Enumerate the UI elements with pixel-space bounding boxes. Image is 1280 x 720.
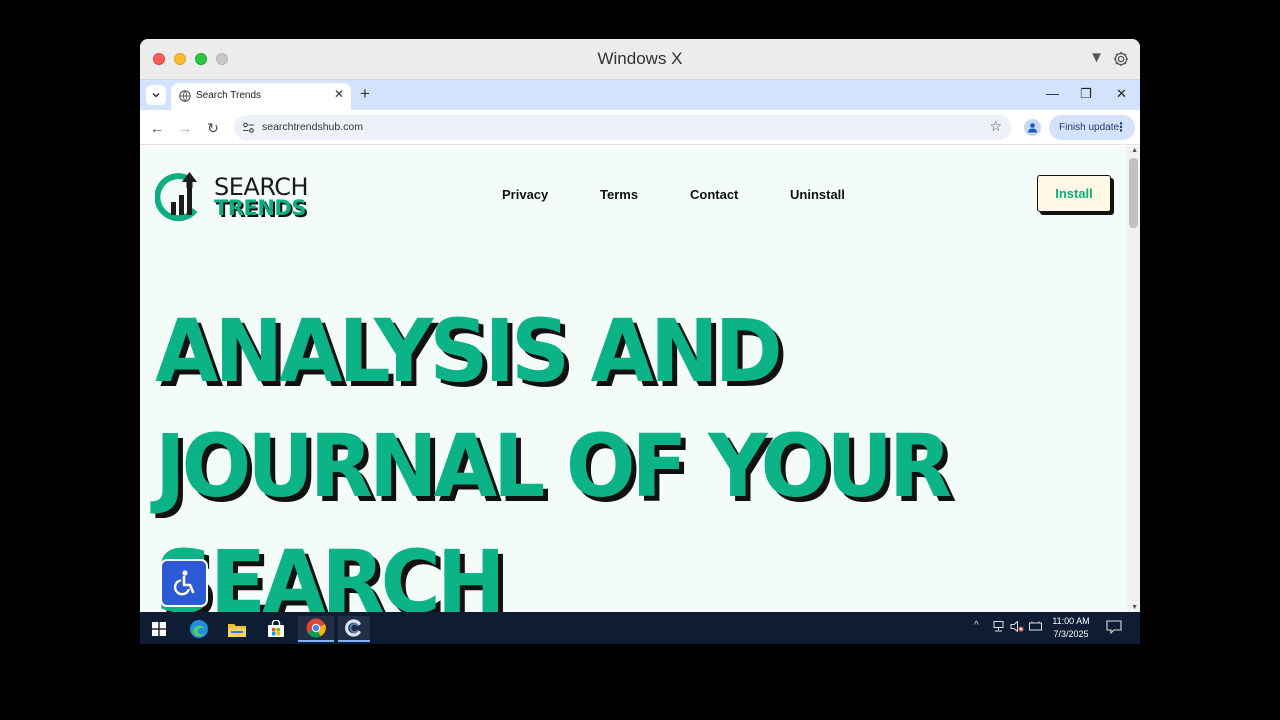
- c-app-icon: [345, 619, 361, 637]
- tray-chevron-icon[interactable]: ^: [974, 620, 979, 631]
- bookmark-star-icon[interactable]: ☆: [989, 118, 1002, 135]
- taskbar-app-c[interactable]: [338, 616, 370, 642]
- folder-icon: [228, 623, 246, 637]
- windows-taskbar: ^ 11:00 AM 7/3/2025: [140, 612, 1140, 644]
- clock-time: 11:00 AM: [1052, 616, 1090, 626]
- person-icon: [1028, 123, 1037, 133]
- edge-icon: [190, 620, 208, 638]
- network-icon[interactable]: [992, 621, 1005, 632]
- tab-title: Search Trends: [196, 90, 262, 101]
- reload-button[interactable]: ↻: [203, 118, 223, 138]
- taskbar-file-explorer[interactable]: [222, 616, 252, 642]
- start-button[interactable]: [144, 616, 174, 642]
- wheelchair-icon: [173, 570, 195, 596]
- url-text: searchtrendshub.com: [262, 121, 363, 133]
- trend-chart-logo-icon: [155, 172, 198, 222]
- forward-button[interactable]: →: [175, 118, 195, 138]
- site-logo[interactable]: SEARCH TRENDS: [155, 170, 315, 222]
- taskbar-chrome[interactable]: [298, 616, 334, 642]
- tab-search-trends[interactable]: Search Trends ✕: [171, 83, 351, 110]
- menu-dots-icon[interactable]: ⋮: [1115, 120, 1127, 134]
- gear-icon[interactable]: [1112, 50, 1130, 68]
- chrome-icon: [306, 618, 326, 638]
- taskbar-edge[interactable]: [184, 616, 214, 642]
- profile-avatar[interactable]: [1024, 119, 1041, 136]
- globe-icon: [179, 90, 191, 102]
- volume-muted-icon[interactable]: [1010, 621, 1024, 632]
- page-scrollbar[interactable]: ▲ ▼: [1127, 146, 1140, 612]
- finish-update-button[interactable]: Finish update ⋮: [1049, 115, 1135, 140]
- nav-link-contact[interactable]: Contact: [690, 187, 738, 202]
- window-titlebar: Windows X ▼: [140, 39, 1140, 80]
- hero-heading-line-1: ANALYSIS AND: [155, 302, 783, 402]
- tab-close-icon[interactable]: ✕: [334, 87, 344, 101]
- nav-link-uninstall[interactable]: Uninstall: [790, 187, 845, 202]
- accessibility-button[interactable]: [160, 559, 208, 607]
- clock-date: 7/3/2025: [1053, 629, 1089, 639]
- minimize-icon[interactable]: —: [1046, 86, 1059, 101]
- notification-center-icon[interactable]: [1106, 620, 1122, 634]
- dropdown-arrow-icon[interactable]: ▼: [1089, 49, 1104, 66]
- restore-icon[interactable]: ❐: [1080, 86, 1092, 102]
- taskbar-clock[interactable]: 11:00 AM 7/3/2025: [1040, 615, 1102, 641]
- browser-toolbar: ← → ↻ searchtrendshub.com ☆ Finish updat…: [140, 110, 1140, 145]
- window-title: Windows X: [597, 49, 683, 68]
- tab-search-button[interactable]: [146, 85, 166, 105]
- chevron-down-icon: [152, 92, 160, 98]
- browser-window: Windows X ▼ Search Trends ✕ + — ❐ ✕ ← → …: [140, 39, 1140, 644]
- new-tab-button[interactable]: +: [360, 85, 370, 103]
- webpage-viewport: SEARCH TRENDS Privacy Terms Contact Unin…: [140, 146, 1140, 612]
- tab-strip: Search Trends ✕ + — ❐ ✕: [140, 80, 1140, 110]
- nav-link-privacy[interactable]: Privacy: [502, 187, 548, 202]
- scroll-up-arrow-icon[interactable]: ▲: [1131, 147, 1138, 154]
- back-button[interactable]: ←: [147, 118, 167, 138]
- taskbar-store[interactable]: [261, 616, 291, 642]
- address-bar[interactable]: searchtrendshub.com ☆: [234, 115, 1012, 140]
- nav-link-terms[interactable]: Terms: [600, 187, 638, 202]
- scroll-down-arrow-icon[interactable]: ▼: [1131, 604, 1138, 611]
- hero-heading-line-2: JOURNAL OF YOUR: [155, 417, 952, 517]
- store-bag-icon: [268, 620, 284, 637]
- windows-logo-icon: [152, 622, 166, 636]
- site-settings-icon[interactable]: [242, 121, 255, 134]
- close-icon[interactable]: ✕: [1116, 86, 1127, 102]
- logo-text-trends: TRENDS: [214, 196, 306, 220]
- scroll-thumb[interactable]: [1129, 158, 1138, 228]
- finish-update-label: Finish update: [1059, 122, 1120, 133]
- install-button[interactable]: Install: [1037, 175, 1111, 212]
